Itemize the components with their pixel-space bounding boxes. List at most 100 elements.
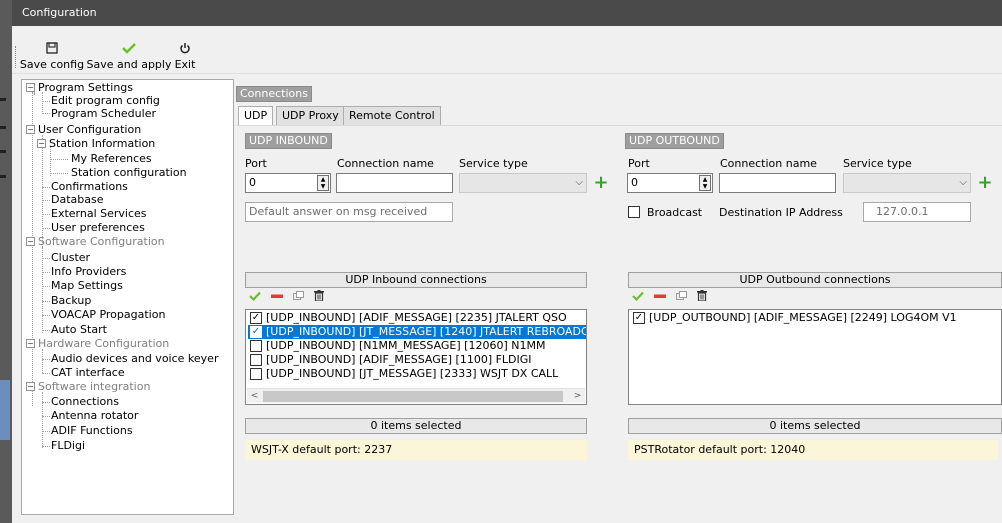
inbound-selection-status: 0 items selected (245, 418, 587, 434)
tree-node-confirmations[interactable]: Confirmations (51, 181, 128, 193)
tree-node-external-services[interactable]: External Services (51, 208, 147, 220)
tree-node-connections[interactable]: Connections (51, 396, 119, 408)
tree-node-cat-interface[interactable]: CAT interface (51, 367, 125, 379)
scroll-left-icon[interactable]: < (247, 389, 262, 404)
dest-ip-input[interactable]: 127.0.0.1 (863, 202, 971, 222)
minus-icon[interactable] (270, 290, 283, 304)
tree-node-my-references[interactable]: My References (71, 153, 152, 165)
tree-node-map-settings[interactable]: Map Settings (51, 280, 123, 292)
tree-node-fldigi[interactable]: FLDigi (51, 440, 85, 452)
checkbox[interactable]: ✓ (250, 312, 262, 324)
tree-node-cluster[interactable]: Cluster (51, 252, 90, 264)
trash-icon[interactable] (697, 290, 708, 304)
tree-node-audio-devices[interactable]: Audio devices and voice keyer (51, 353, 218, 365)
expand-icon[interactable]: − (26, 125, 35, 134)
save-config-label: Save config (19, 58, 85, 71)
inbound-default-port-note: WSJT-X default port: 2237 (245, 440, 587, 460)
tree-node-user-preferences[interactable]: User preferences (51, 222, 145, 234)
tree-node-antenna-rotator[interactable]: Antenna rotator (51, 410, 138, 422)
exit-label: Exit (174, 58, 196, 71)
spinner-arrows-icon[interactable]: ▲ ▼ (699, 175, 711, 191)
tree-node-software-integration[interactable]: − Software integration (26, 381, 150, 393)
tree-node-program-scheduler[interactable]: Program Scheduler (51, 108, 156, 120)
inbound-service-type-select[interactable]: ⌵ (459, 173, 587, 193)
scroll-right-icon[interactable]: > (570, 389, 585, 404)
check-icon[interactable] (249, 290, 261, 304)
window-title: Configuration (12, 0, 1002, 26)
section-title: Connections (236, 86, 312, 102)
list-item[interactable]: [UDP_INBOUND] [N1MM_MESSAGE] [12060] N1M… (248, 339, 586, 353)
tree-node-hardware-configuration[interactable]: − Hardware Configuration (26, 338, 169, 350)
scroll-thumb[interactable] (263, 391, 563, 402)
outbound-selection-status: 0 items selected (628, 418, 1002, 434)
expand-icon[interactable]: − (37, 139, 46, 148)
tree-node-database[interactable]: Database (51, 194, 104, 206)
expand-icon[interactable]: − (26, 339, 35, 348)
toolbar: Save config Save and apply Exit (12, 26, 1002, 74)
outbound-port-value: 0 (631, 176, 638, 189)
outbound-add-button[interactable]: + (977, 174, 993, 192)
list-item[interactable]: ✓ [UDP_INBOUND] [JT_MESSAGE] [1240] JTALE… (248, 325, 586, 339)
inbound-list-toolbar (249, 290, 330, 306)
copy-icon[interactable] (675, 290, 688, 304)
tree-node-info-providers[interactable]: Info Providers (51, 266, 126, 278)
inbound-add-button[interactable]: + (593, 174, 609, 192)
tree-node-station-information[interactable]: − Station Information (37, 138, 155, 150)
tree-node-user-configuration[interactable]: − User Configuration (26, 124, 141, 136)
outbound-service-type-select[interactable]: ⌵ (843, 173, 971, 193)
checkbox[interactable] (250, 354, 262, 366)
outbound-port-label: Port (628, 157, 650, 170)
list-item[interactable]: ✓ [UDP_INBOUND] [ADIF_MESSAGE] [2235] JTA… (248, 311, 586, 325)
save-config-button[interactable]: Save config (17, 42, 87, 71)
outbound-connection-name-input[interactable] (719, 173, 836, 193)
expand-icon[interactable]: − (26, 237, 35, 246)
tab-divider (236, 125, 1002, 126)
minus-icon[interactable] (653, 290, 666, 304)
tree-node-adif-functions[interactable]: ADIF Functions (51, 425, 133, 437)
expand-icon[interactable]: − (26, 83, 35, 92)
tree-node-backup[interactable]: Backup (51, 295, 91, 307)
settings-tree[interactable]: − Program Settings Edit program config Pr… (21, 79, 234, 515)
tree-node-station-configuration[interactable]: Station configuration (71, 167, 187, 179)
trash-icon[interactable] (314, 290, 325, 304)
checkbox[interactable] (250, 340, 262, 352)
outbound-connection-name-label: Connection name (720, 157, 817, 170)
default-answer-input[interactable]: Default answer on msg received (245, 202, 453, 222)
inbound-connections-list[interactable]: ✓ [UDP_INBOUND] [ADIF_MESSAGE] [2235] JTA… (245, 309, 587, 405)
udp-outbound-title: UDP OUTBOUND (625, 133, 724, 149)
tree-node-software-configuration[interactable]: − Software Configuration (26, 236, 165, 248)
outbound-port-stepper[interactable]: 0 ▲ ▼ (627, 173, 713, 193)
tree-node-edit-program-config[interactable]: Edit program config (51, 95, 160, 107)
checkbox[interactable]: ✓ (633, 312, 645, 324)
power-icon (170, 42, 200, 58)
horizontal-scrollbar[interactable]: < > (247, 388, 585, 403)
checkbox[interactable]: ✓ (250, 326, 262, 338)
check-icon[interactable] (632, 290, 644, 304)
inbound-connection-name-input[interactable] (336, 173, 453, 193)
outbound-connections-list[interactable]: ✓ [UDP_OUTBOUND] [ADIF_MESSAGE] [2249] LO… (628, 309, 1002, 405)
list-item[interactable]: [UDP_INBOUND] [ADIF_MESSAGE] [1100] FLDI… (248, 353, 586, 367)
checkbox[interactable] (250, 368, 262, 380)
tree-node-program-settings[interactable]: − Program Settings (26, 82, 133, 94)
outbound-default-port-note: PSTRotator default port: 12040 (628, 440, 998, 460)
tab-udp[interactable]: UDP (238, 106, 274, 126)
chevron-down-icon: ⌵ (959, 177, 967, 188)
tab-udp-proxy[interactable]: UDP Proxy (276, 106, 345, 126)
save-and-apply-button[interactable]: Save and apply (84, 42, 174, 71)
udp-inbound-title: UDP INBOUND (245, 133, 332, 149)
spinner-arrows-icon[interactable]: ▲ ▼ (317, 175, 329, 191)
inbound-port-stepper[interactable]: 0 ▲ ▼ (245, 173, 331, 193)
list-item[interactable]: ✓ [UDP_OUTBOUND] [ADIF_MESSAGE] [2249] LO… (631, 311, 1001, 325)
exit-button[interactable]: Exit (170, 42, 200, 71)
expand-icon[interactable]: − (26, 382, 35, 391)
inbound-list-header: UDP Inbound connections (245, 272, 587, 288)
inbound-port-label: Port (245, 157, 267, 170)
tree-node-auto-start[interactable]: Auto Start (51, 324, 107, 336)
list-item[interactable]: [UDP_INBOUND] [JT_MESSAGE] [2333] WSJT D… (248, 367, 586, 381)
outbound-service-type-label: Service type (843, 157, 912, 170)
tab-remote-control[interactable]: Remote Control (343, 106, 441, 126)
tree-node-voacap-propagation[interactable]: VOACAP Propagation (51, 309, 165, 321)
save-and-apply-label: Save and apply (86, 58, 172, 71)
broadcast-checkbox[interactable] (628, 206, 640, 218)
copy-icon[interactable] (292, 290, 305, 304)
